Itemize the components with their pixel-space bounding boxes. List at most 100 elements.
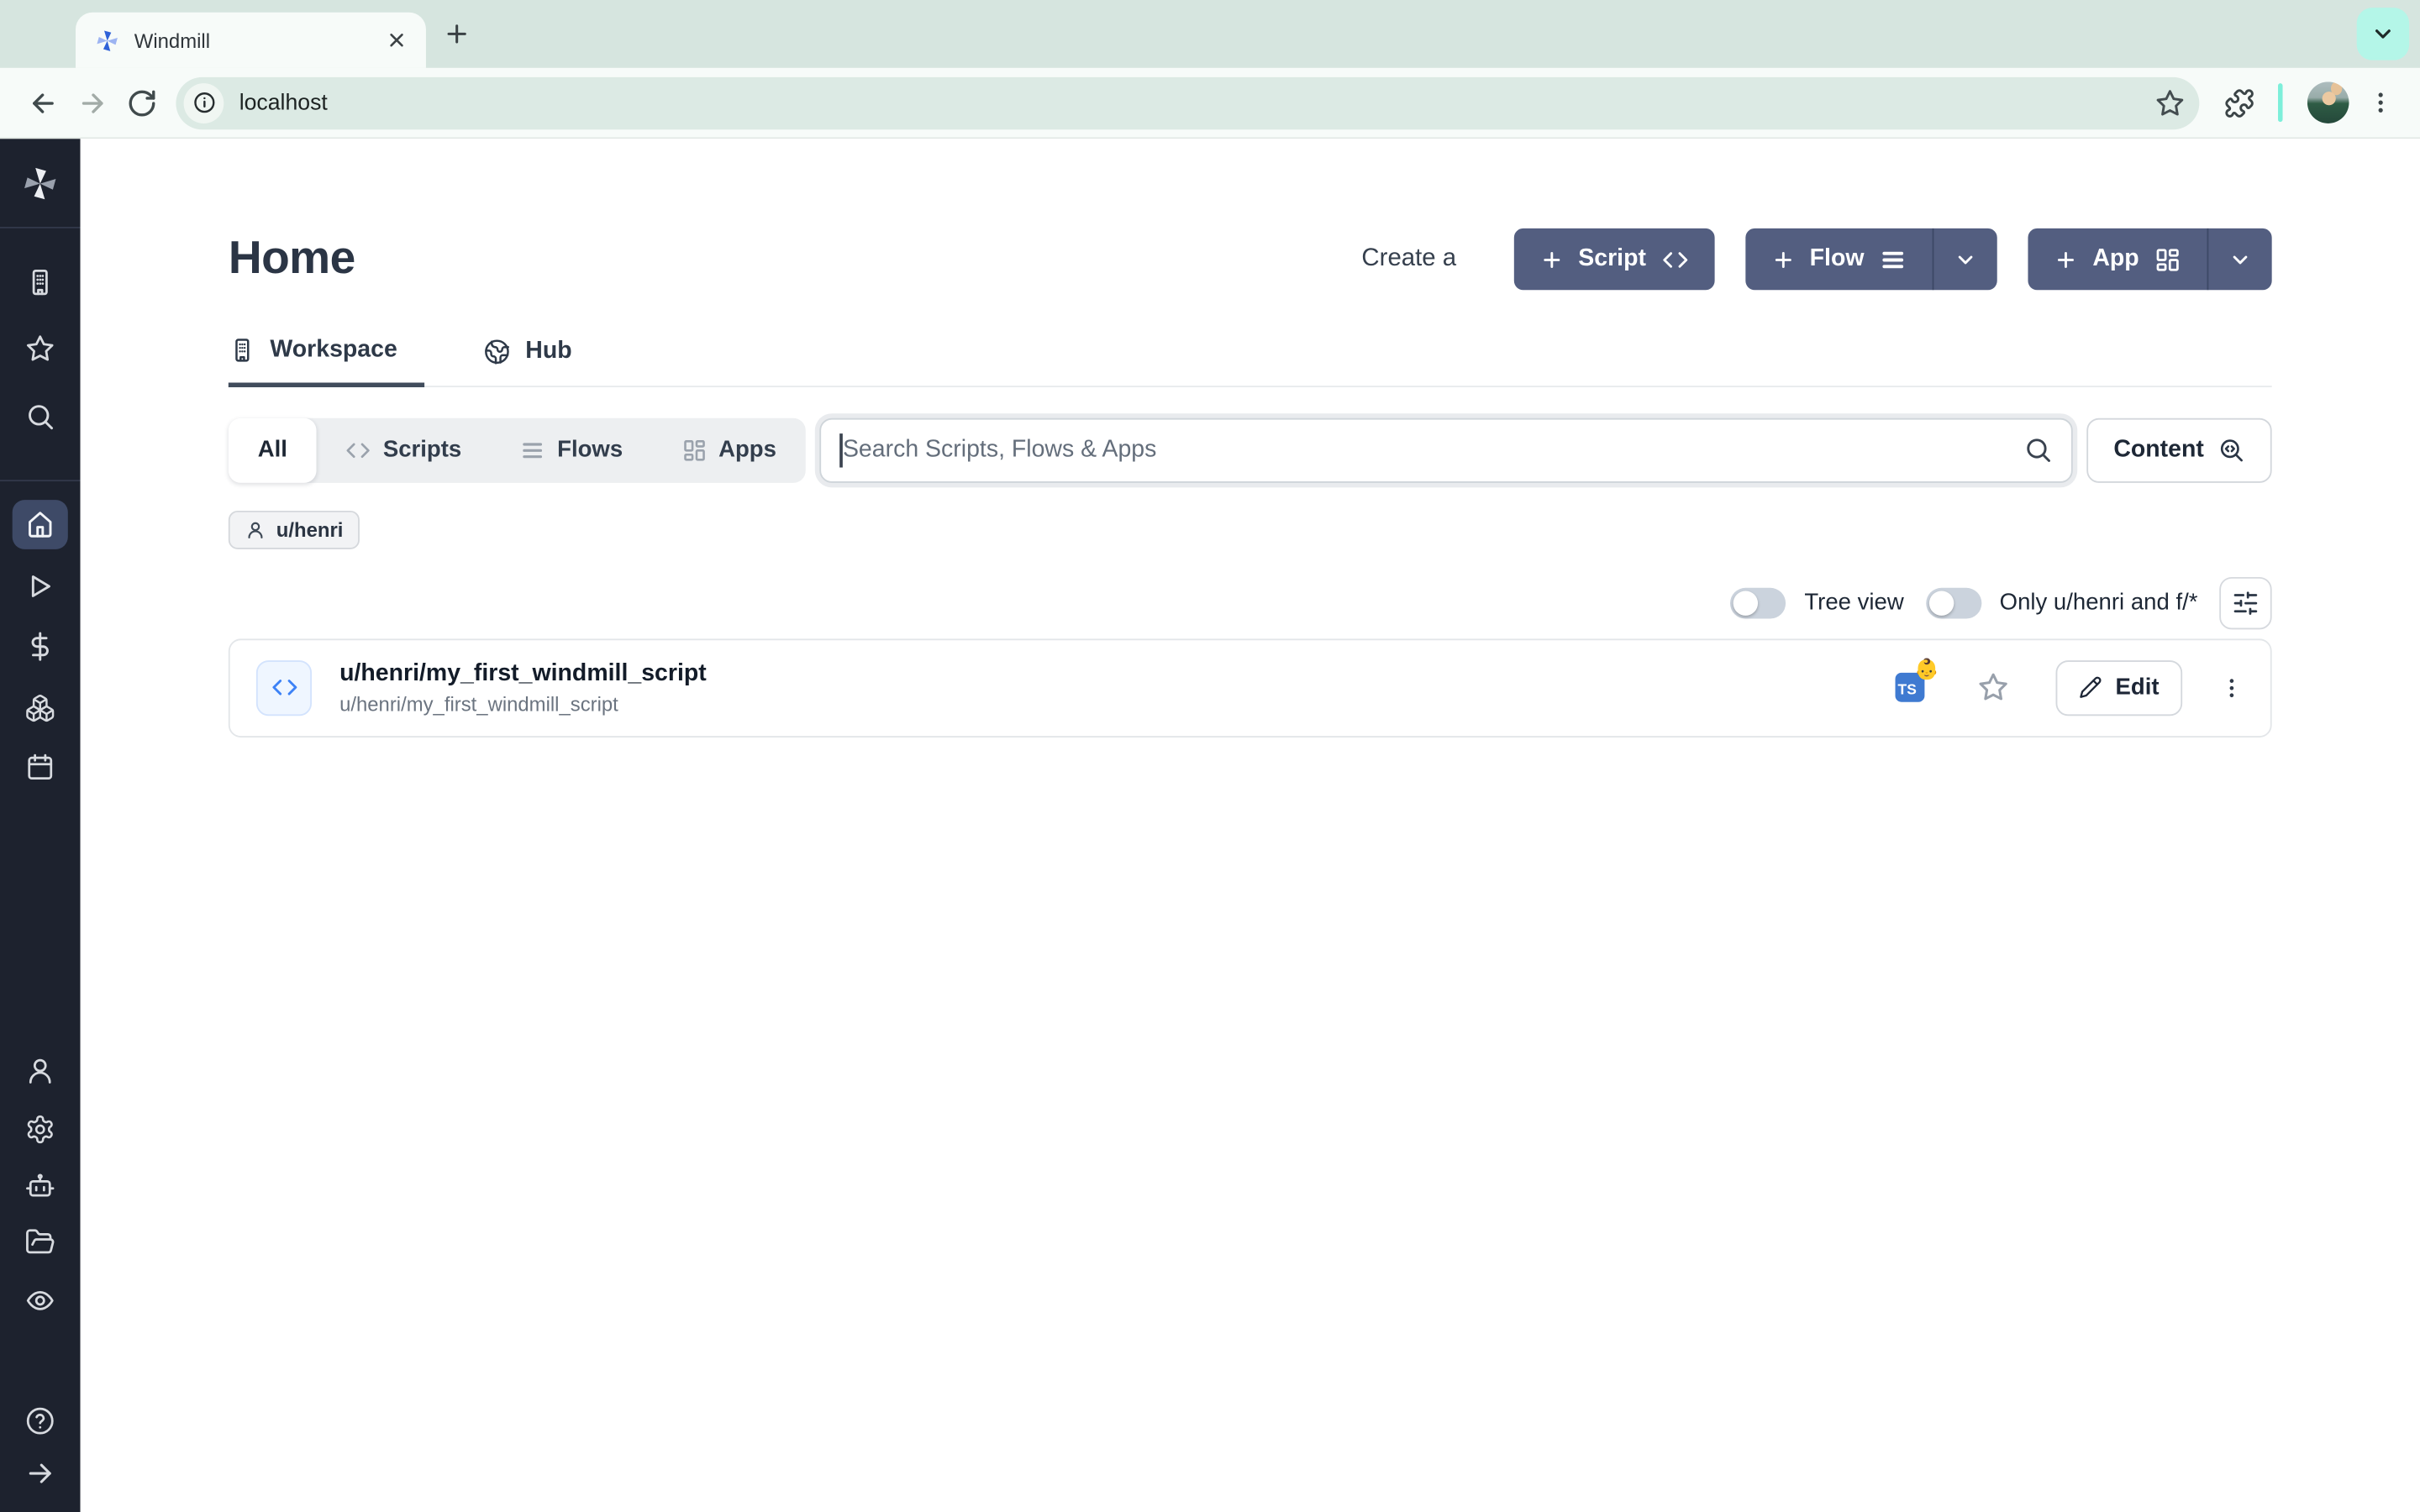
owner-chip-label: u/henri [276, 517, 344, 541]
extensions-puzzle-icon[interactable] [2224, 87, 2255, 118]
back-button[interactable] [18, 78, 68, 128]
windmill-logo-icon[interactable] [20, 164, 60, 204]
create-flow-button[interactable]: Flow [1745, 228, 1997, 290]
sidebar-item-runs-play-icon[interactable] [24, 571, 55, 602]
create-app-button[interactable]: App [2028, 228, 2271, 290]
plus-icon [1771, 248, 1795, 271]
edit-button[interactable]: Edit [2055, 659, 2182, 715]
create-flow-dropdown[interactable] [1932, 228, 1996, 290]
filter-scripts[interactable]: Scripts [317, 417, 491, 482]
filter-apps[interactable]: Apps [652, 417, 806, 482]
code-icon [1661, 246, 1687, 272]
chevron-down-icon [2370, 22, 2395, 46]
tab-search-button[interactable] [2357, 8, 2409, 60]
owner-filter-chip[interactable]: u/henri [229, 510, 360, 549]
workspace-building-icon [229, 336, 256, 364]
sidebar-item-folders-icon[interactable] [24, 1226, 55, 1257]
filter-flows[interactable]: Flows [491, 417, 652, 482]
sidebar-item-resources-boxes-icon[interactable] [24, 693, 55, 724]
sliders-icon [2232, 589, 2260, 617]
language-badge: TS 👶 [1895, 673, 1924, 702]
create-label: Create a [1361, 245, 1456, 273]
close-tab-icon[interactable] [386, 29, 408, 51]
source-tabs: Workspace Hub [229, 336, 2272, 386]
kind-filter-group: All Scripts Flows Apps [229, 417, 806, 482]
pencil-icon [2078, 675, 2102, 699]
reload-button[interactable] [118, 78, 167, 128]
url-text[interactable]: localhost [239, 90, 2154, 114]
page-title: Home [229, 233, 355, 285]
create-actions: Create a Script Flow [1361, 228, 2271, 290]
sidebar-item-help-icon[interactable] [24, 1405, 55, 1436]
code-icon [346, 438, 371, 462]
flow-menu-icon [520, 438, 544, 462]
create-script-button[interactable]: Script [1513, 228, 1714, 290]
tab-workspace[interactable]: Workspace [229, 336, 425, 387]
home-icon [24, 509, 55, 540]
search-code-icon [2217, 436, 2245, 464]
sidebar-item-search-icon[interactable] [24, 402, 55, 433]
script-item-text: u/henri/my_first_windmill_script u/henri… [339, 659, 707, 715]
sidebar-item-workers-bot-icon[interactable] [24, 1171, 55, 1202]
item-menu-kebab-icon[interactable] [2219, 675, 2244, 700]
browser-window: Windmill localhost [0, 0, 2420, 1512]
browser-menu-kebab-icon[interactable] [2368, 90, 2394, 116]
sidebar-item-home[interactable] [13, 500, 68, 549]
flow-button-label: Flow [1810, 245, 1865, 273]
sidebar-item-workspace-icon[interactable] [24, 267, 55, 298]
filter-all[interactable]: All [229, 417, 317, 482]
flow-menu-icon [1880, 246, 1906, 272]
profile-avatar[interactable] [2307, 81, 2349, 123]
browser-tab-windmill[interactable]: Windmill [76, 13, 426, 68]
sidebar-item-favorites-star-icon[interactable] [24, 333, 55, 365]
tab-workspace-label: Workspace [270, 336, 397, 364]
sidebar-divider [0, 480, 81, 481]
view-options-row: Tree view Only u/henri and f/* [229, 576, 2272, 628]
favorite-star-icon[interactable] [1976, 671, 2009, 704]
script-list-item[interactable]: u/henri/my_first_windmill_script u/henri… [229, 638, 2272, 737]
sidebar-expand-arrow-icon[interactable] [24, 1458, 55, 1489]
bookmark-star-icon[interactable] [2154, 87, 2186, 118]
search-input[interactable] [819, 417, 2073, 482]
text-caret [839, 433, 842, 466]
windmill-favicon-icon [94, 27, 120, 53]
filter-apps-label: Apps [718, 437, 776, 463]
script-path: u/henri/my_first_windmill_script [339, 692, 707, 716]
forward-button [68, 78, 118, 128]
url-bar[interactable]: localhost [176, 76, 2199, 129]
layout-grid-icon [681, 438, 706, 462]
create-app-dropdown[interactable] [2207, 228, 2272, 290]
app-button-label: App [2092, 245, 2139, 273]
sidebar-item-user-icon[interactable] [24, 1055, 55, 1086]
sidebar-divider [0, 227, 81, 228]
hub-globe-icon [484, 338, 512, 365]
chevron-down-icon [1954, 248, 1977, 271]
tree-view-toggle[interactable] [1730, 587, 1786, 618]
user-icon [245, 519, 266, 539]
script-title[interactable]: u/henri/my_first_windmill_script [339, 659, 707, 687]
search-box [819, 417, 2073, 482]
only-user-toggle[interactable] [1925, 587, 1981, 618]
tab-hub[interactable]: Hub [484, 336, 572, 385]
browser-tab-strip: Windmill [0, 0, 2420, 68]
sidebar-item-settings-gear-icon[interactable] [24, 1114, 55, 1145]
layout-grid-icon [2154, 246, 2181, 272]
only-user-label: Only u/henri and f/* [2000, 590, 2198, 616]
browser-toolbar: localhost [0, 68, 2420, 139]
new-tab-icon[interactable] [443, 20, 471, 48]
sidebar-item-variables-dollar-icon[interactable] [24, 631, 55, 662]
search-icon [2024, 434, 2054, 464]
filter-scripts-label: Scripts [383, 437, 461, 463]
sidebar-item-audit-eye-icon[interactable] [24, 1285, 55, 1316]
site-info-icon[interactable] [184, 82, 224, 123]
plus-icon [2054, 248, 2077, 271]
main-content: Home Create a Script Flow [81, 139, 2420, 1512]
edit-button-label: Edit [2116, 675, 2160, 701]
tab-hub-label: Hub [525, 338, 571, 365]
content-search-button[interactable]: Content [2087, 417, 2272, 482]
script-button-label: Script [1578, 245, 1646, 273]
display-settings-button[interactable] [2219, 576, 2271, 628]
chevron-down-icon [2228, 248, 2252, 271]
sidebar-item-schedules-calendar-icon[interactable] [24, 751, 55, 782]
script-code-icon [256, 659, 312, 715]
